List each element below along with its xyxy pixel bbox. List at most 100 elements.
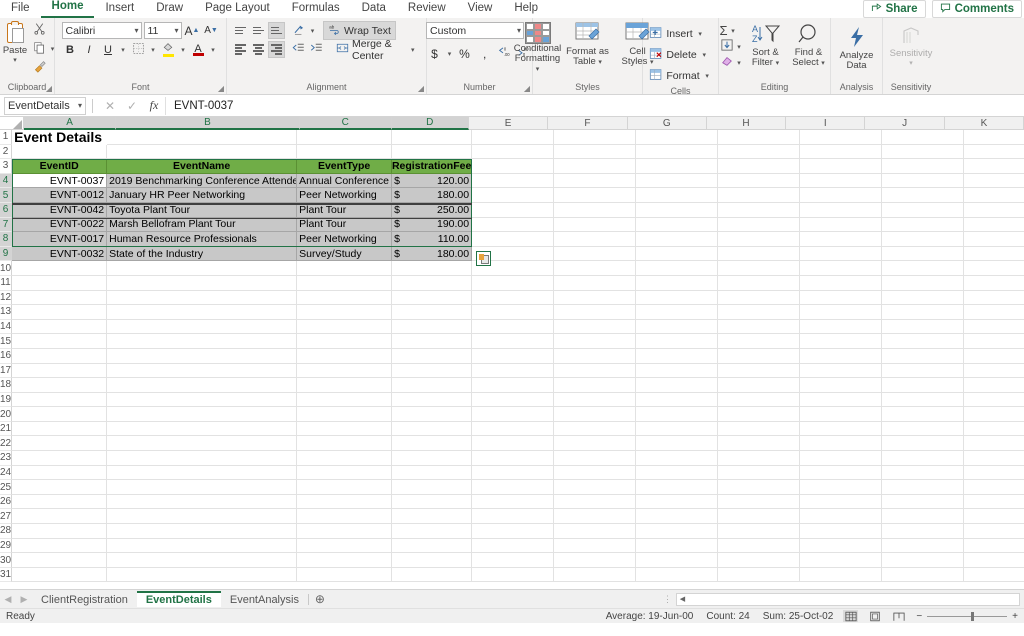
- cell-c4[interactable]: Annual Conference: [297, 173, 393, 189]
- underline-button[interactable]: U: [100, 41, 117, 58]
- cell-j25[interactable]: [882, 480, 965, 495]
- cell-k20[interactable]: [964, 407, 1024, 422]
- cell-d11[interactable]: [392, 275, 473, 291]
- cell-b26[interactable]: [107, 494, 298, 510]
- font-dialog-launcher-icon[interactable]: ◢: [218, 84, 224, 93]
- cell-e11[interactable]: [472, 275, 555, 291]
- cell-h9[interactable]: [718, 246, 801, 262]
- fill-color-chevron-down-icon[interactable]: ▾: [179, 46, 188, 54]
- cell-g20[interactable]: [636, 407, 719, 422]
- cell-i6[interactable]: [800, 202, 883, 218]
- cell-b16[interactable]: [107, 348, 298, 364]
- cell-a24[interactable]: [12, 465, 108, 481]
- sheet-tab-eventanalysis[interactable]: EventAnalysis: [221, 592, 308, 607]
- cell-f11[interactable]: [554, 275, 637, 291]
- cell-k28[interactable]: [964, 524, 1024, 539]
- cell-h27[interactable]: [718, 509, 801, 525]
- cell-f30[interactable]: [554, 553, 637, 568]
- cell-f1[interactable]: [554, 130, 637, 145]
- cell-a31[interactable]: [12, 567, 108, 583]
- column-header-g[interactable]: G: [627, 117, 707, 130]
- sheet-tab-eventdetails[interactable]: EventDetails: [136, 591, 221, 607]
- cell-i4[interactable]: [800, 173, 883, 189]
- cell-f14[interactable]: [554, 319, 637, 335]
- cell-j20[interactable]: [882, 407, 965, 422]
- cancel-entry-button[interactable]: ✕: [99, 99, 121, 113]
- cell-c2[interactable]: [297, 144, 393, 160]
- sheet-tab-clientregistration[interactable]: ClientRegistration: [32, 592, 137, 607]
- cell-f28[interactable]: [554, 524, 637, 539]
- row-header-15[interactable]: 15: [0, 334, 13, 349]
- fill-button[interactable]: ▾: [720, 39, 744, 54]
- cell-g3[interactable]: [636, 159, 719, 174]
- cell-b5[interactable]: January HR Peer Networking: [107, 188, 298, 203]
- cell-f21[interactable]: [554, 421, 637, 437]
- cell-g25[interactable]: [636, 480, 719, 495]
- cell-d30[interactable]: [392, 553, 473, 568]
- row-header-24[interactable]: 24: [0, 465, 13, 481]
- cell-h3[interactable]: [718, 159, 801, 174]
- cell-j2[interactable]: [882, 144, 965, 160]
- cell-f10[interactable]: [554, 261, 637, 276]
- name-box-chevron-down-icon[interactable]: ▾: [78, 101, 82, 110]
- cell-i20[interactable]: [800, 407, 883, 422]
- cell-j18[interactable]: [882, 378, 965, 393]
- cell-d26[interactable]: [392, 494, 473, 510]
- cell-i16[interactable]: [800, 348, 883, 364]
- column-header-i[interactable]: I: [786, 117, 866, 130]
- cell-f16[interactable]: [554, 348, 637, 364]
- row-header-6[interactable]: 6: [0, 202, 13, 218]
- cell-d21[interactable]: [392, 421, 473, 437]
- cell-e31[interactable]: [472, 567, 555, 583]
- cell-e24[interactable]: [472, 465, 555, 481]
- cell-c24[interactable]: [297, 465, 393, 481]
- row-header-23[interactable]: 23: [0, 451, 13, 466]
- percent-style-button[interactable]: %: [456, 45, 473, 62]
- cell-g9[interactable]: [636, 246, 719, 262]
- row-header-1[interactable]: 1: [0, 130, 13, 145]
- cell-e8[interactable]: [472, 232, 555, 247]
- cell-k3[interactable]: [964, 159, 1024, 174]
- cell-g5[interactable]: [636, 188, 719, 203]
- cell-a25[interactable]: [12, 480, 108, 495]
- paste-chevron-down-icon[interactable]: ▾: [11, 56, 20, 64]
- cell-a19[interactable]: [12, 392, 108, 408]
- cell-a22[interactable]: [12, 436, 108, 452]
- insert-chevron-down-icon[interactable]: ▾: [696, 30, 705, 38]
- cell-a9[interactable]: EVNT-0032: [12, 246, 108, 262]
- cell-h23[interactable]: [718, 451, 801, 466]
- cell-h18[interactable]: [718, 378, 801, 393]
- cell-j7[interactable]: [882, 217, 965, 233]
- cell-b9[interactable]: State of the Industry: [107, 246, 298, 262]
- row-header-21[interactable]: 21: [0, 421, 13, 437]
- cell-i27[interactable]: [800, 509, 883, 525]
- ribbon-tab-file[interactable]: File: [0, 0, 41, 18]
- cell-i21[interactable]: [800, 421, 883, 437]
- cell-a6[interactable]: EVNT-0042: [12, 202, 108, 218]
- cell-b17[interactable]: [107, 363, 298, 379]
- column-header-j[interactable]: J: [865, 117, 945, 130]
- cell-c20[interactable]: [297, 407, 393, 422]
- cell-a4[interactable]: EVNT-0037: [12, 173, 108, 189]
- cell-b4[interactable]: 2019 Benchmarking Conference Attendee: [107, 173, 298, 189]
- cell-e21[interactable]: [472, 421, 555, 437]
- column-header-b[interactable]: B: [116, 117, 300, 130]
- cell-f25[interactable]: [554, 480, 637, 495]
- cell-j8[interactable]: [882, 232, 965, 247]
- cell-h29[interactable]: [718, 538, 801, 554]
- cell-e13[interactable]: [472, 305, 555, 320]
- autosum-chevron-down-icon[interactable]: ▾: [729, 27, 738, 35]
- cell-c23[interactable]: [297, 451, 393, 466]
- row-header-3[interactable]: 3: [0, 159, 13, 174]
- cell-k24[interactable]: [964, 466, 1024, 481]
- cell-a18[interactable]: [12, 378, 108, 393]
- cell-i8[interactable]: [800, 232, 883, 247]
- cell-c28[interactable]: [297, 524, 393, 539]
- cell-g28[interactable]: [636, 524, 719, 539]
- cell-d15[interactable]: [392, 334, 473, 349]
- cell-d12[interactable]: [392, 290, 473, 306]
- cell-k29[interactable]: [964, 539, 1024, 554]
- cell-k18[interactable]: [964, 378, 1024, 393]
- cell-b23[interactable]: [107, 451, 298, 466]
- cell-k30[interactable]: [964, 553, 1024, 568]
